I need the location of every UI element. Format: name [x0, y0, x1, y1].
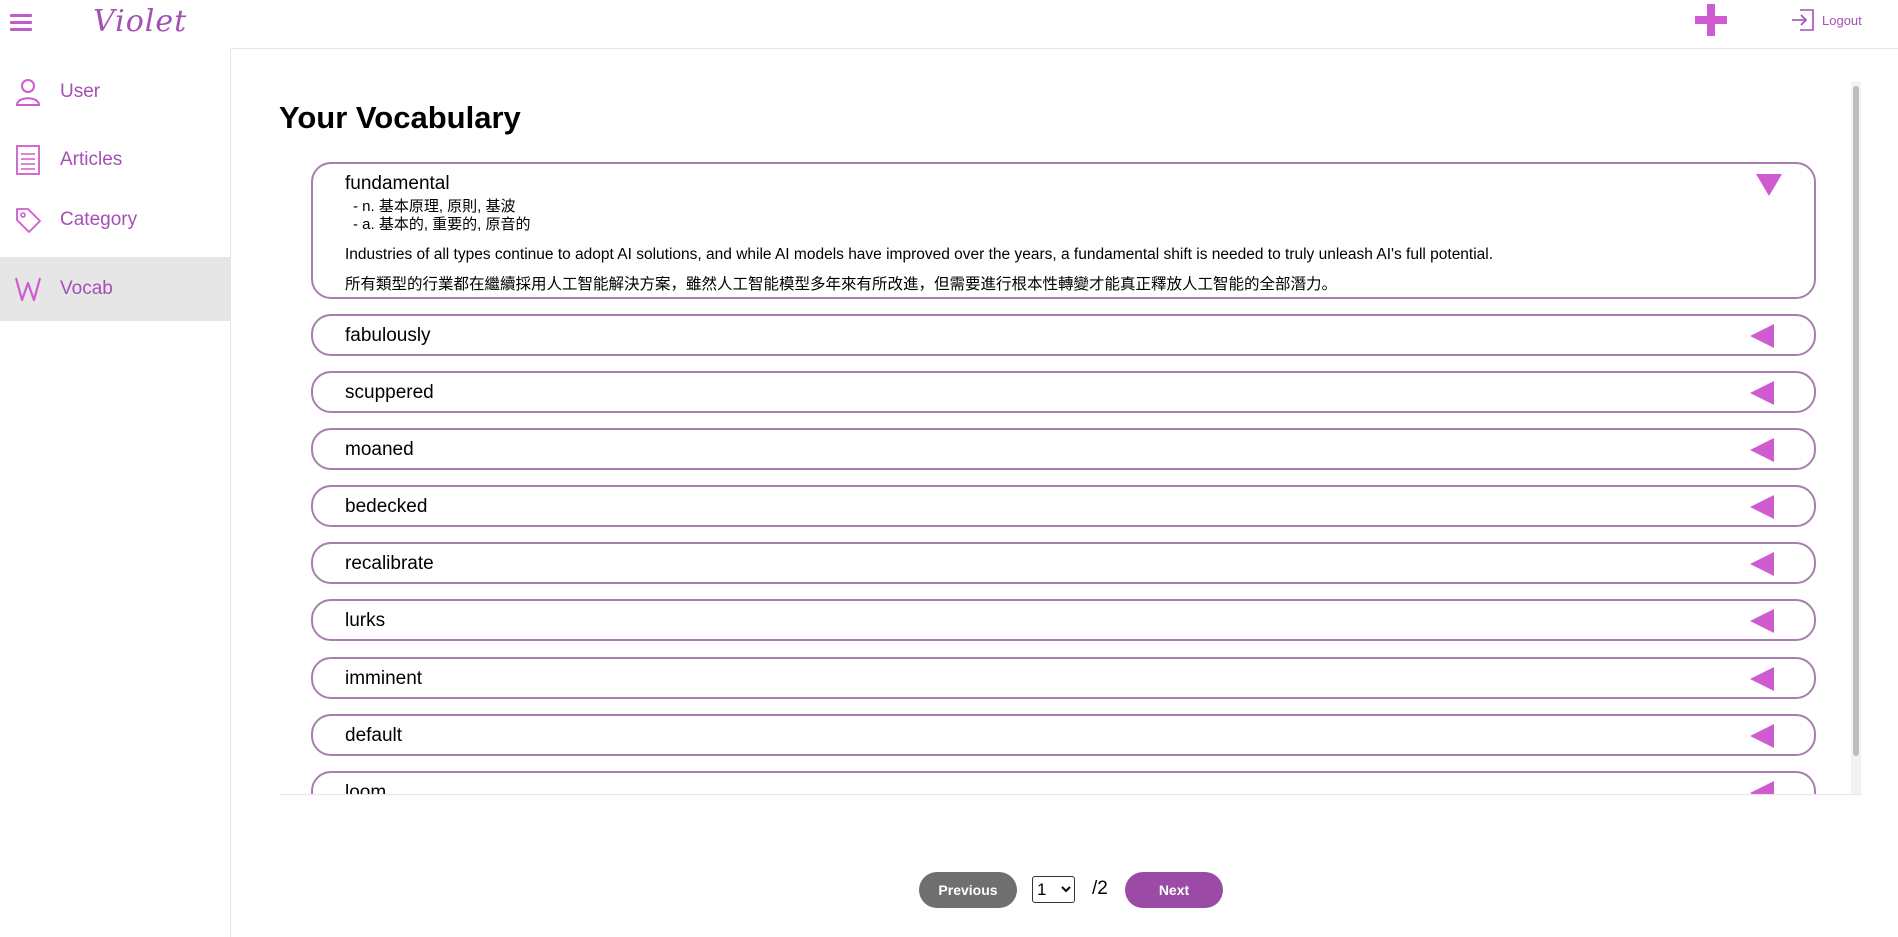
logout-icon — [1792, 9, 1814, 31]
vocab-word: scuppered — [345, 382, 434, 403]
vocab-card[interactable]: recalibrate — [311, 542, 1816, 584]
logout-label: Logout — [1822, 12, 1862, 28]
definition-row: - n. 基本原理, 原則, 基波 — [353, 198, 516, 215]
top-bar: Violet Logout — [0, 0, 1898, 49]
collapse-arrow-icon[interactable] — [1756, 174, 1782, 196]
vocab-card-expanded[interactable]: fundamental - n. 基本原理, 原則, 基波 - a. 基本的, … — [311, 162, 1816, 299]
vocab-card[interactable]: imminent — [311, 657, 1816, 699]
vocab-list-viewport[interactable]: Your Vocabulary fundamental - n. 基本原理, 原… — [279, 82, 1862, 795]
page-select[interactable]: 1 2 — [1032, 876, 1075, 903]
vocab-word: loom — [345, 782, 387, 795]
logout-button[interactable]: Logout — [1790, 8, 1862, 32]
sidebar-item-label: Category — [60, 209, 138, 230]
sidebar-item-category[interactable]: Category — [0, 198, 230, 242]
vocab-word: recalibrate — [345, 553, 434, 574]
vocab-card[interactable]: lurks — [311, 599, 1816, 641]
previous-button[interactable]: Previous — [919, 872, 1017, 908]
page-total: /2 — [1092, 878, 1108, 899]
expand-arrow-icon[interactable] — [1750, 324, 1774, 348]
example-sentence-zh: 所有類型的行業都在繼續採用人工智能解決方案，雖然人工智能模型多年來有所改進，但需… — [345, 276, 1338, 293]
vocab-word: bedecked — [345, 496, 428, 517]
sidebar-item-label: Vocab — [60, 278, 113, 299]
document-icon — [14, 144, 42, 176]
expand-arrow-icon[interactable] — [1750, 381, 1774, 405]
example-sentence-en: Industries of all types continue to adop… — [345, 246, 1494, 263]
add-button[interactable] — [1693, 2, 1729, 38]
expand-arrow-icon[interactable] — [1750, 781, 1774, 794]
plus-icon — [1695, 4, 1727, 36]
vocab-word: default — [345, 725, 403, 746]
expand-arrow-icon[interactable] — [1750, 609, 1774, 633]
sidebar-item-label: User — [60, 81, 101, 102]
sidebar: User Articles Category Vocab — [0, 48, 231, 937]
vocab-card[interactable]: default — [311, 714, 1816, 756]
sidebar-item-label: Articles — [60, 149, 123, 170]
vocab-word: moaned — [345, 439, 414, 460]
w-letter-icon — [14, 273, 42, 305]
vocab-word: fabulously — [345, 325, 431, 346]
vocab-word: imminent — [345, 668, 423, 689]
hamburger-icon[interactable] — [10, 10, 32, 34]
page-title: Your Vocabulary — [279, 100, 521, 135]
expand-arrow-icon[interactable] — [1750, 495, 1774, 519]
next-button[interactable]: Next — [1125, 872, 1223, 908]
expand-arrow-icon[interactable] — [1750, 552, 1774, 576]
sidebar-item-articles[interactable]: Articles — [0, 138, 230, 182]
vocab-word: lurks — [345, 610, 386, 631]
vocab-word: fundamental — [345, 173, 450, 194]
expand-arrow-icon[interactable] — [1750, 667, 1774, 691]
vocab-card[interactable]: scuppered — [311, 371, 1816, 413]
user-icon — [14, 76, 42, 108]
vocab-card[interactable]: moaned — [311, 428, 1816, 470]
vocab-card[interactable]: fabulously — [311, 314, 1816, 356]
app-logo[interactable]: Violet — [93, 4, 187, 39]
tag-icon — [14, 204, 42, 236]
definition-row: - a. 基本的, 重要的, 原音的 — [353, 216, 531, 233]
sidebar-item-user[interactable]: User — [0, 70, 230, 114]
vocab-card[interactable]: bedecked — [311, 485, 1816, 527]
expand-arrow-icon[interactable] — [1750, 438, 1774, 462]
vocab-card[interactable]: loom — [311, 771, 1816, 795]
definitions: - n. 基本原理, 原則, 基波 - a. 基本的, 重要的, 原音的 — [353, 198, 531, 234]
sidebar-item-vocab[interactable]: Vocab — [0, 257, 230, 321]
scrollbar-thumb[interactable] — [1853, 86, 1859, 756]
expand-arrow-icon[interactable] — [1750, 724, 1774, 748]
